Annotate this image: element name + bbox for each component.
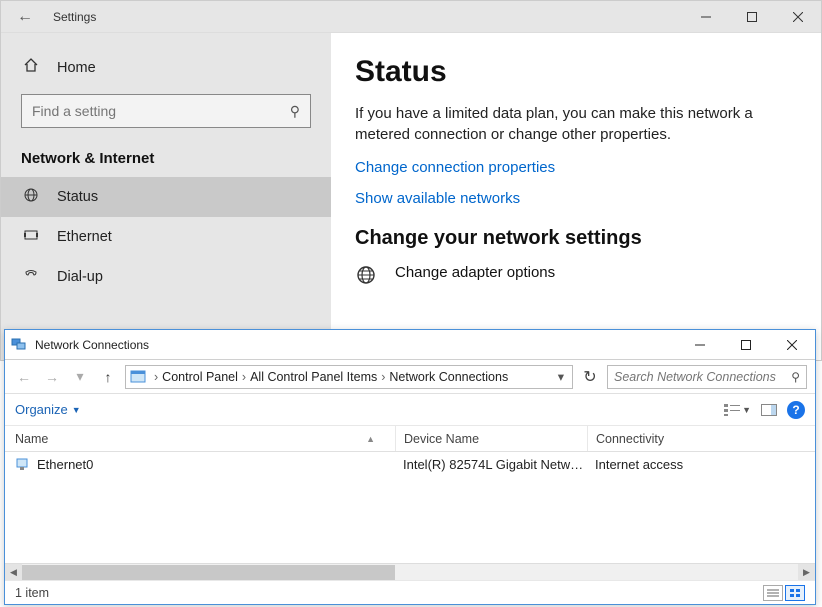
column-header-connectivity-label: Connectivity: [596, 432, 664, 446]
sidebar-item-ethernet[interactable]: Ethernet: [1, 217, 331, 257]
scroll-thumb[interactable]: [22, 565, 395, 580]
search-icon: ⚲: [791, 370, 800, 384]
horizontal-scrollbar[interactable]: ◀ ▶: [5, 563, 815, 580]
ethernet-icon: [21, 227, 41, 247]
breadcrumb-network-connections[interactable]: Network Connections: [389, 370, 508, 384]
status-description: If you have a limited data plan, you can…: [355, 103, 797, 145]
column-header-device-label: Device Name: [404, 432, 479, 446]
sidebar-item-status[interactable]: Status: [1, 177, 331, 217]
chevron-down-icon: ▼: [72, 405, 81, 415]
status-icon: [21, 187, 41, 207]
change-settings-heading: Change your network settings: [355, 227, 797, 250]
column-header-device[interactable]: Device Name: [395, 426, 587, 451]
settings-window: ← Settings Home ⚲ Network & Internet: [0, 0, 822, 361]
connection-name: Ethernet0: [37, 457, 93, 472]
control-panel-icon: [130, 369, 146, 385]
breadcrumb-all-items[interactable]: All Control Panel Items: [250, 370, 377, 384]
close-button[interactable]: [769, 330, 815, 360]
explorer-window-controls: [677, 330, 815, 360]
sort-indicator-icon: ▲: [366, 434, 375, 444]
scroll-right-button[interactable]: ▶: [798, 564, 815, 581]
nav-up-button[interactable]: ↑: [97, 369, 119, 385]
explorer-title: Network Connections: [35, 338, 677, 352]
close-button[interactable]: [775, 1, 821, 33]
network-connections-icon: [11, 336, 29, 354]
help-button[interactable]: ?: [787, 401, 805, 419]
maximize-button[interactable]: [729, 1, 775, 33]
refresh-button[interactable]: ↻: [579, 367, 601, 387]
explorer-toolbar: Organize ▼ ▼ ?: [5, 394, 815, 426]
sidebar-item-label: Ethernet: [57, 229, 112, 245]
home-label: Home: [57, 60, 96, 76]
settings-sidebar: Home ⚲ Network & Internet Status Etherne…: [1, 33, 331, 360]
organize-label: Organize: [15, 402, 68, 417]
nav-forward-button[interactable]: →: [41, 369, 63, 385]
show-available-networks-link[interactable]: Show available networks: [355, 190, 797, 207]
breadcrumb-separator: ›: [242, 370, 246, 384]
breadcrumb-dropdown[interactable]: ▾: [554, 369, 568, 384]
search-icon: ⚲: [290, 103, 300, 120]
column-header-name-label: Name: [15, 432, 48, 446]
breadcrumb-bar[interactable]: › Control Panel › All Control Panel Item…: [125, 365, 573, 389]
organize-menu[interactable]: Organize ▼: [15, 402, 81, 417]
dialup-icon: [21, 267, 41, 287]
explorer-navbar: ← → ▾ ↑ › Control Panel › All Control Pa…: [5, 360, 815, 394]
scroll-left-button[interactable]: ◀: [5, 564, 22, 581]
home-link[interactable]: Home: [1, 51, 331, 84]
large-icons-view-icon[interactable]: [785, 585, 805, 601]
ethernet-adapter-icon: [15, 456, 31, 472]
breadcrumb-control-panel[interactable]: Control Panel: [162, 370, 238, 384]
sidebar-item-label: Status: [57, 189, 98, 205]
chevron-down-icon: ▼: [742, 405, 751, 415]
settings-main: Status If you have a limited data plan, …: [331, 33, 821, 360]
connection-row[interactable]: Ethernet0 Intel(R) 82574L Gigabit Networ…: [5, 452, 815, 476]
connection-device: Intel(R) 82574L Gigabit Network ...: [395, 457, 587, 472]
sidebar-item-label: Dial-up: [57, 269, 103, 285]
settings-search[interactable]: ⚲: [21, 94, 311, 128]
column-header-connectivity[interactable]: Connectivity: [587, 426, 815, 451]
nav-history-dropdown[interactable]: ▾: [69, 368, 91, 385]
details-view-icon[interactable]: [763, 585, 783, 601]
connection-connectivity: Internet access: [587, 457, 815, 472]
sidebar-section-title: Network & Internet: [1, 144, 331, 177]
window-controls: [683, 1, 821, 33]
maximize-button[interactable]: [723, 330, 769, 360]
back-button[interactable]: ←: [1, 8, 49, 26]
breadcrumb-separator: ›: [154, 370, 158, 384]
view-mode-button[interactable]: ▼: [724, 404, 751, 416]
network-connections-window: Network Connections ← → ▾ ↑ › Control Pa…: [4, 329, 816, 605]
sidebar-item-dialup[interactable]: Dial-up: [1, 257, 331, 297]
column-headers: Name ▲ Device Name Connectivity: [5, 426, 815, 452]
settings-body: Home ⚲ Network & Internet Status Etherne…: [1, 33, 821, 360]
nav-back-button[interactable]: ←: [13, 369, 35, 385]
option-title: Change adapter options: [395, 264, 555, 281]
explorer-titlebar: Network Connections: [5, 330, 815, 360]
settings-search-input[interactable]: [32, 103, 290, 119]
settings-titlebar: ← Settings: [1, 1, 821, 33]
explorer-search-input[interactable]: [614, 370, 791, 384]
globe-icon: [355, 264, 383, 292]
column-header-name[interactable]: Name ▲: [5, 432, 395, 446]
change-adapter-options[interactable]: Change adapter options: [355, 264, 797, 292]
window-title: Settings: [49, 10, 683, 24]
breadcrumb-separator: ›: [381, 370, 385, 384]
item-count: 1 item: [15, 586, 49, 600]
explorer-search[interactable]: ⚲: [607, 365, 807, 389]
explorer-statusbar: 1 item: [5, 580, 815, 604]
minimize-button[interactable]: [683, 1, 729, 33]
minimize-button[interactable]: [677, 330, 723, 360]
home-icon: [21, 57, 41, 78]
preview-pane-button[interactable]: [761, 404, 777, 416]
connections-list: Ethernet0 Intel(R) 82574L Gigabit Networ…: [5, 452, 815, 563]
change-connection-properties-link[interactable]: Change connection properties: [355, 159, 797, 176]
page-heading: Status: [355, 55, 797, 89]
